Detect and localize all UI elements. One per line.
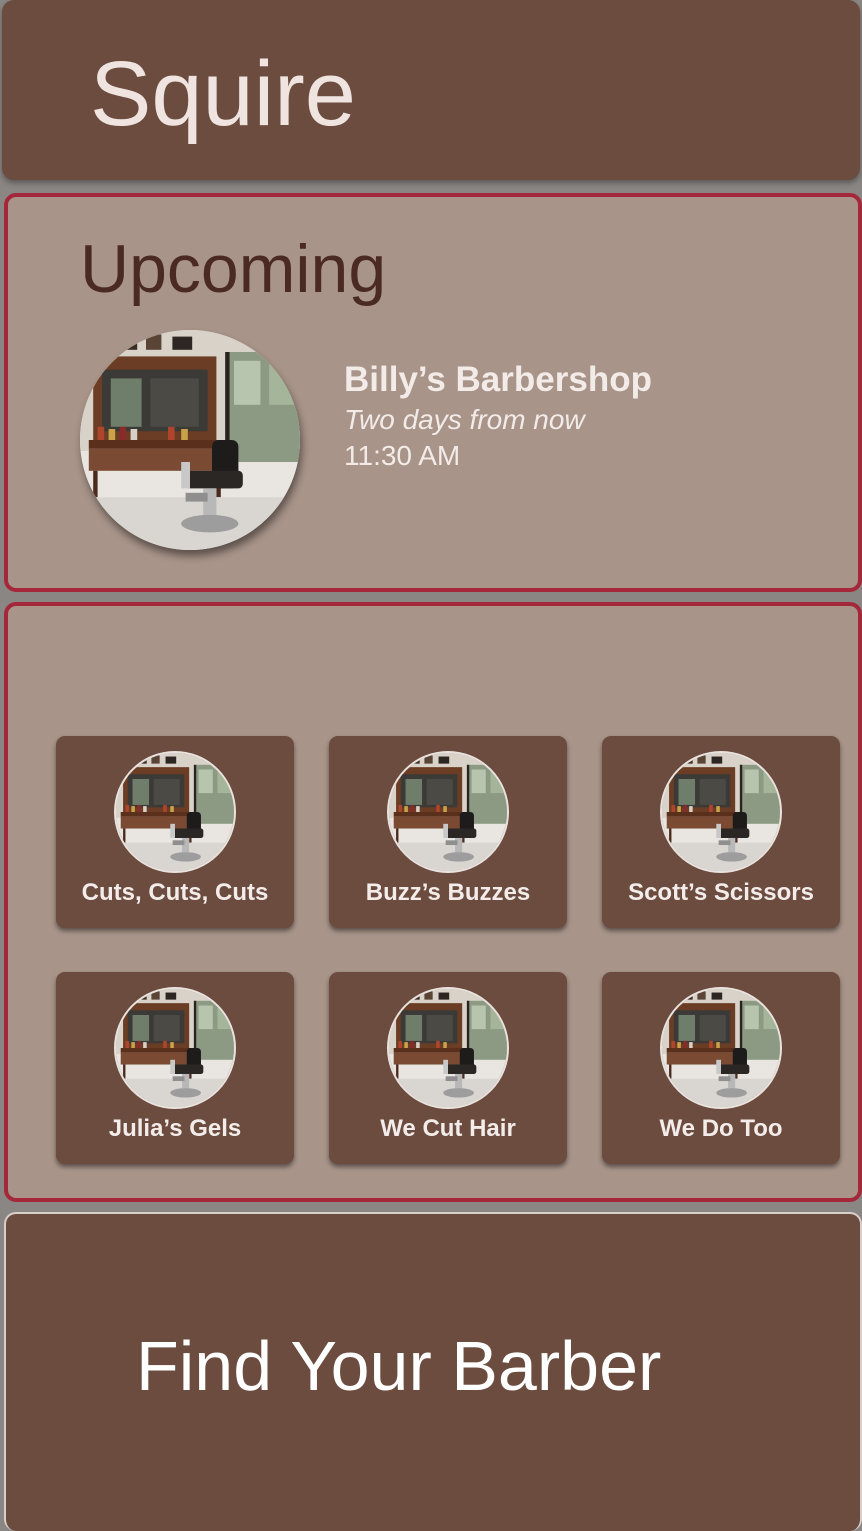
upcoming-shop-name: Billy’s Barbershop (344, 360, 652, 399)
shop-card-label: We Do Too (659, 1115, 783, 1142)
shop-card[interactable]: Julia’s Gels (56, 972, 294, 1164)
upcoming-appointment[interactable]: Billy’s Barbershop Two days from now 11:… (344, 360, 652, 472)
barbershop-photo-icon (80, 330, 300, 550)
shop-card[interactable]: Scott’s Scissors (602, 736, 840, 928)
barbershop-photo-icon (387, 987, 509, 1109)
barbershop-photo-icon (660, 751, 782, 873)
upcoming-heading: Upcoming (80, 231, 387, 307)
barbershop-photo-icon (387, 751, 509, 873)
shop-card[interactable]: We Do Too (602, 972, 840, 1164)
shop-card-label: Buzz’s Buzzes (365, 879, 531, 906)
shop-card-label: Cuts, Cuts, Cuts (81, 879, 269, 906)
shop-card-label: Julia’s Gels (108, 1115, 242, 1142)
upcoming-relative-date: Two days from now (344, 404, 585, 435)
upcoming-panel[interactable]: Upcoming Billy’s Barbershop Two days fro… (4, 193, 862, 592)
upcoming-time: 11:30 AM (344, 440, 461, 471)
shop-card[interactable]: Cuts, Cuts, Cuts (56, 736, 294, 928)
shop-card-label: We Cut Hair (380, 1115, 516, 1142)
barbershop-photo-icon (660, 987, 782, 1109)
app-header: Squire (2, 0, 860, 180)
find-your-barber-button[interactable]: Find Your Barber (4, 1212, 862, 1531)
shop-card[interactable]: Buzz’s Buzzes (329, 736, 567, 928)
barbershop-photo-icon (114, 751, 236, 873)
shop-card-label: Scott’s Scissors (628, 879, 814, 906)
app-title: Squire (90, 43, 356, 145)
barbershop-photo-icon (114, 987, 236, 1109)
find-your-barber-label: Find Your Barber (136, 1327, 662, 1405)
shops-grid: Cuts, Cuts, Cuts Buzz’s Buzzes Scott’s S… (4, 602, 862, 1202)
shop-card[interactable]: We Cut Hair (329, 972, 567, 1164)
